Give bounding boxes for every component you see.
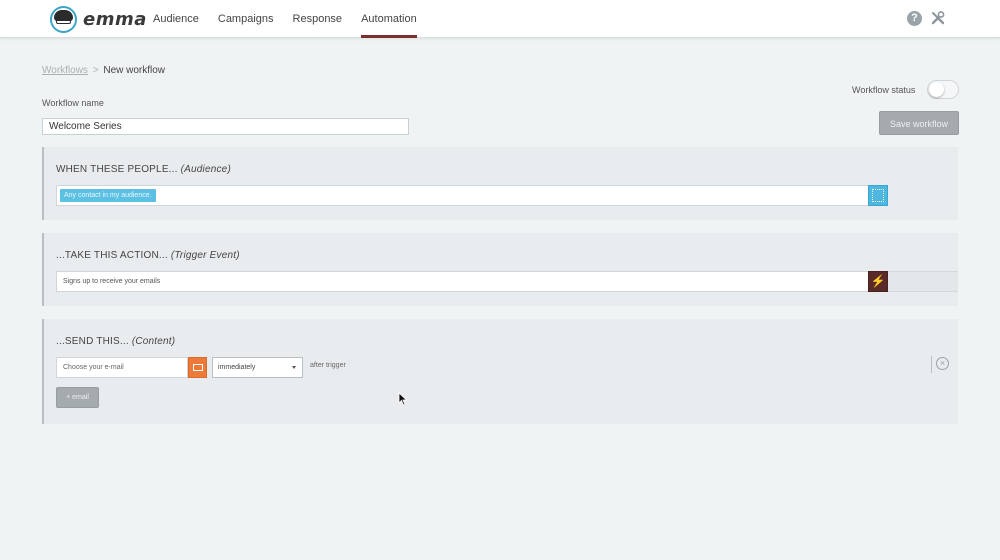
trigger-panel-title: ...TAKE THIS ACTION... (Trigger Event) <box>56 250 240 261</box>
audience-title-text: WHEN THESE PEOPLE... <box>56 164 178 175</box>
choose-email-button[interactable] <box>188 357 207 378</box>
mouse-cursor-icon <box>398 392 408 406</box>
logo-text: emma <box>83 8 147 30</box>
after-trigger-text: after trigger <box>310 362 346 369</box>
nav-campaigns[interactable]: Campaigns <box>218 0 274 38</box>
workflow-status-toggle[interactable] <box>927 80 959 99</box>
audience-grid-icon <box>872 189 884 202</box>
help-icon[interactable]: ? <box>907 11 922 26</box>
audience-panel: WHEN THESE PEOPLE... (Audience) Any cont… <box>42 147 958 220</box>
save-workflow-button[interactable]: Save workflow <box>879 111 959 135</box>
nav-automation[interactable]: Automation <box>361 0 417 38</box>
logo-face-icon <box>50 5 77 33</box>
content-panel-title: ...SEND THIS... (Content) <box>56 336 175 347</box>
row-divider <box>931 356 932 373</box>
content-panel: ...SEND THIS... (Content) Choose your e-… <box>42 319 958 424</box>
trigger-event-field[interactable]: Signs up to receive your emails <box>56 271 869 292</box>
trigger-extension-area <box>888 271 958 292</box>
timing-select-value: immediately <box>218 364 256 371</box>
nav-response[interactable]: Response <box>293 0 343 38</box>
audience-panel-title: WHEN THESE PEOPLE... (Audience) <box>56 164 231 175</box>
breadcrumb: Workflows > New workflow <box>42 65 165 76</box>
trigger-picker-button[interactable]: ⚡ <box>868 271 888 292</box>
nav-audience[interactable]: Audience <box>153 0 199 38</box>
workflow-status-label: Workflow status <box>852 85 916 95</box>
choose-email-field[interactable]: Choose your e-mail <box>56 357 188 378</box>
trigger-panel: ...TAKE THIS ACTION... (Trigger Event) S… <box>42 233 958 306</box>
breadcrumb-current: New workflow <box>103 65 166 76</box>
timing-select[interactable]: immediately <box>212 357 303 378</box>
envelope-icon <box>193 364 203 371</box>
lightning-bolt-icon: ⚡ <box>870 274 886 288</box>
audience-picker-button[interactable] <box>868 185 888 206</box>
tools-icon[interactable] <box>930 10 946 26</box>
breadcrumb-separator: > <box>92 65 99 76</box>
content-subtitle-text: (Content) <box>131 336 176 347</box>
main-nav: Audience Campaigns Response Automation <box>153 0 436 38</box>
audience-field[interactable]: Any contact in my audience. <box>56 185 869 206</box>
remove-icon[interactable]: × <box>936 357 949 370</box>
toggle-knob <box>929 82 944 97</box>
audience-subtitle-text: (Audience) <box>180 164 231 175</box>
top-nav-bar: emma Audience Campaigns Response Automat… <box>0 0 1000 38</box>
workflow-name-label: Workflow name <box>42 98 104 108</box>
breadcrumb-workflows-link[interactable]: Workflows <box>42 65 88 76</box>
emma-logo[interactable]: emma <box>50 5 147 33</box>
add-email-button[interactable]: + email <box>56 387 99 408</box>
trigger-title-text: ...TAKE THIS ACTION... <box>56 250 168 261</box>
content-title-text: ...SEND THIS... <box>56 336 129 347</box>
chevron-down-icon <box>292 366 296 369</box>
trigger-subtitle-text: (Trigger Event) <box>170 250 240 261</box>
audience-tag[interactable]: Any contact in my audience. <box>60 189 156 202</box>
workflow-name-input[interactable] <box>42 118 409 135</box>
